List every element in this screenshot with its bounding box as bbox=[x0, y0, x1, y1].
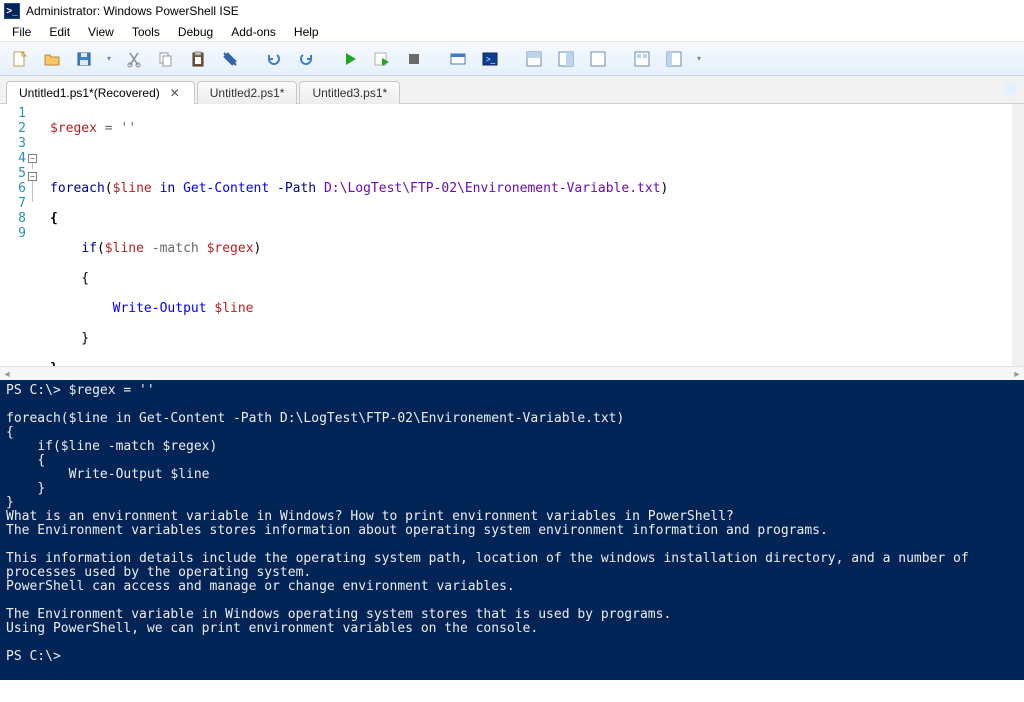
new-remote-tab-icon[interactable] bbox=[444, 46, 472, 72]
menu-debug[interactable]: Debug bbox=[170, 23, 221, 41]
vertical-scrollbar[interactable] bbox=[1012, 104, 1024, 366]
horizontal-scrollbar[interactable]: ◄ ► bbox=[0, 366, 1024, 380]
show-command-addon-icon[interactable] bbox=[628, 46, 656, 72]
code-token: $regex bbox=[207, 241, 254, 256]
fold-toggle-icon[interactable]: − bbox=[28, 172, 37, 181]
save-icon[interactable] bbox=[70, 46, 98, 72]
tab-untitled1[interactable]: Untitled1.ps1*(Recovered) ✕ bbox=[6, 81, 195, 104]
stop-icon[interactable] bbox=[400, 46, 428, 72]
menu-help[interactable]: Help bbox=[286, 23, 327, 41]
tab-overflow-indicator bbox=[1002, 80, 1020, 98]
tab-strip: Untitled1.ps1*(Recovered) ✕ Untitled2.ps… bbox=[0, 76, 1024, 104]
title-bar: >_ Administrator: Windows PowerShell ISE bbox=[0, 0, 1024, 22]
menu-edit[interactable]: Edit bbox=[41, 23, 78, 41]
code-token: Write-Output bbox=[113, 301, 207, 316]
open-icon[interactable] bbox=[38, 46, 66, 72]
code-line: } bbox=[50, 331, 1018, 346]
scroll-left-icon[interactable]: ◄ bbox=[0, 367, 14, 381]
code-line: { bbox=[50, 271, 1018, 286]
code-token: -Path bbox=[277, 181, 316, 196]
code-token: in bbox=[152, 181, 183, 196]
code-token: ( bbox=[97, 241, 105, 256]
menu-tools[interactable]: Tools bbox=[124, 23, 168, 41]
run-icon[interactable] bbox=[336, 46, 364, 72]
code-token: D:\LogTest\FTP-02\Environement-Variable.… bbox=[324, 181, 661, 196]
console-pane[interactable]: PS C:\> $regex = '' foreach($line in Get… bbox=[0, 380, 1024, 680]
script-editor[interactable]: 123 456 789 − − $regex = '' foreach($lin… bbox=[0, 104, 1024, 366]
menu-addons[interactable]: Add-ons bbox=[223, 23, 284, 41]
save-dropdown-icon[interactable]: ▾ bbox=[102, 54, 116, 63]
status-area bbox=[0, 680, 1024, 702]
close-icon[interactable]: ✕ bbox=[168, 86, 182, 100]
tab-untitled2[interactable]: Untitled2.ps1* bbox=[197, 81, 298, 104]
code-token: ) bbox=[254, 241, 262, 256]
tab-label: Untitled3.ps1* bbox=[312, 86, 387, 100]
app-icon: >_ bbox=[4, 3, 20, 19]
scroll-right-icon[interactable]: ► bbox=[1010, 367, 1024, 381]
code-token: $regex bbox=[50, 121, 97, 136]
copy-icon[interactable] bbox=[152, 46, 180, 72]
code-token bbox=[144, 241, 152, 256]
tab-label: Untitled1.ps1*(Recovered) bbox=[19, 86, 160, 100]
tab-label: Untitled2.ps1* bbox=[210, 86, 285, 100]
code-token bbox=[269, 181, 277, 196]
tab-untitled3[interactable]: Untitled3.ps1* bbox=[299, 81, 400, 104]
show-command-window-icon[interactable] bbox=[660, 46, 688, 72]
code-line: { bbox=[50, 211, 1018, 226]
code-token: $line bbox=[214, 301, 253, 316]
window-title: Administrator: Windows PowerShell ISE bbox=[26, 4, 239, 18]
redo-icon[interactable] bbox=[292, 46, 320, 72]
code-token: Get-Content bbox=[183, 181, 269, 196]
toolbar: ▾ >_ ▾ bbox=[0, 42, 1024, 76]
menu-bar: File Edit View Tools Debug Add-ons Help bbox=[0, 22, 1024, 42]
paste-icon[interactable] bbox=[184, 46, 212, 72]
code-area[interactable]: $regex = '' foreach($line in Get-Content… bbox=[44, 104, 1024, 366]
code-token bbox=[50, 301, 113, 316]
code-token bbox=[50, 241, 81, 256]
clear-icon[interactable] bbox=[216, 46, 244, 72]
code-token: = '' bbox=[97, 121, 136, 136]
new-script-icon[interactable] bbox=[6, 46, 34, 72]
show-script-top-icon[interactable] bbox=[520, 46, 548, 72]
code-token: -match bbox=[152, 241, 199, 256]
code-token: ( bbox=[105, 181, 113, 196]
menu-view[interactable]: View bbox=[80, 23, 122, 41]
svg-text:>_: >_ bbox=[486, 55, 496, 64]
menu-file[interactable]: File bbox=[4, 23, 39, 41]
code-line bbox=[50, 151, 1018, 166]
cut-icon[interactable] bbox=[120, 46, 148, 72]
code-line: } bbox=[50, 361, 1018, 366]
start-powershell-icon[interactable]: >_ bbox=[476, 46, 504, 72]
code-token bbox=[316, 181, 324, 196]
line-number-gutter: 123 456 789 − − bbox=[0, 104, 44, 366]
code-token: $line bbox=[113, 181, 152, 196]
code-token: ) bbox=[661, 181, 669, 196]
code-token: foreach bbox=[50, 181, 105, 196]
code-token: $line bbox=[105, 241, 144, 256]
undo-icon[interactable] bbox=[260, 46, 288, 72]
fold-toggle-icon[interactable]: − bbox=[28, 154, 37, 163]
code-token bbox=[199, 241, 207, 256]
toolbar-overflow-icon[interactable]: ▾ bbox=[692, 54, 706, 63]
show-script-max-icon[interactable] bbox=[584, 46, 612, 72]
show-script-right-icon[interactable] bbox=[552, 46, 580, 72]
run-selection-icon[interactable] bbox=[368, 46, 396, 72]
code-token: if bbox=[81, 241, 97, 256]
